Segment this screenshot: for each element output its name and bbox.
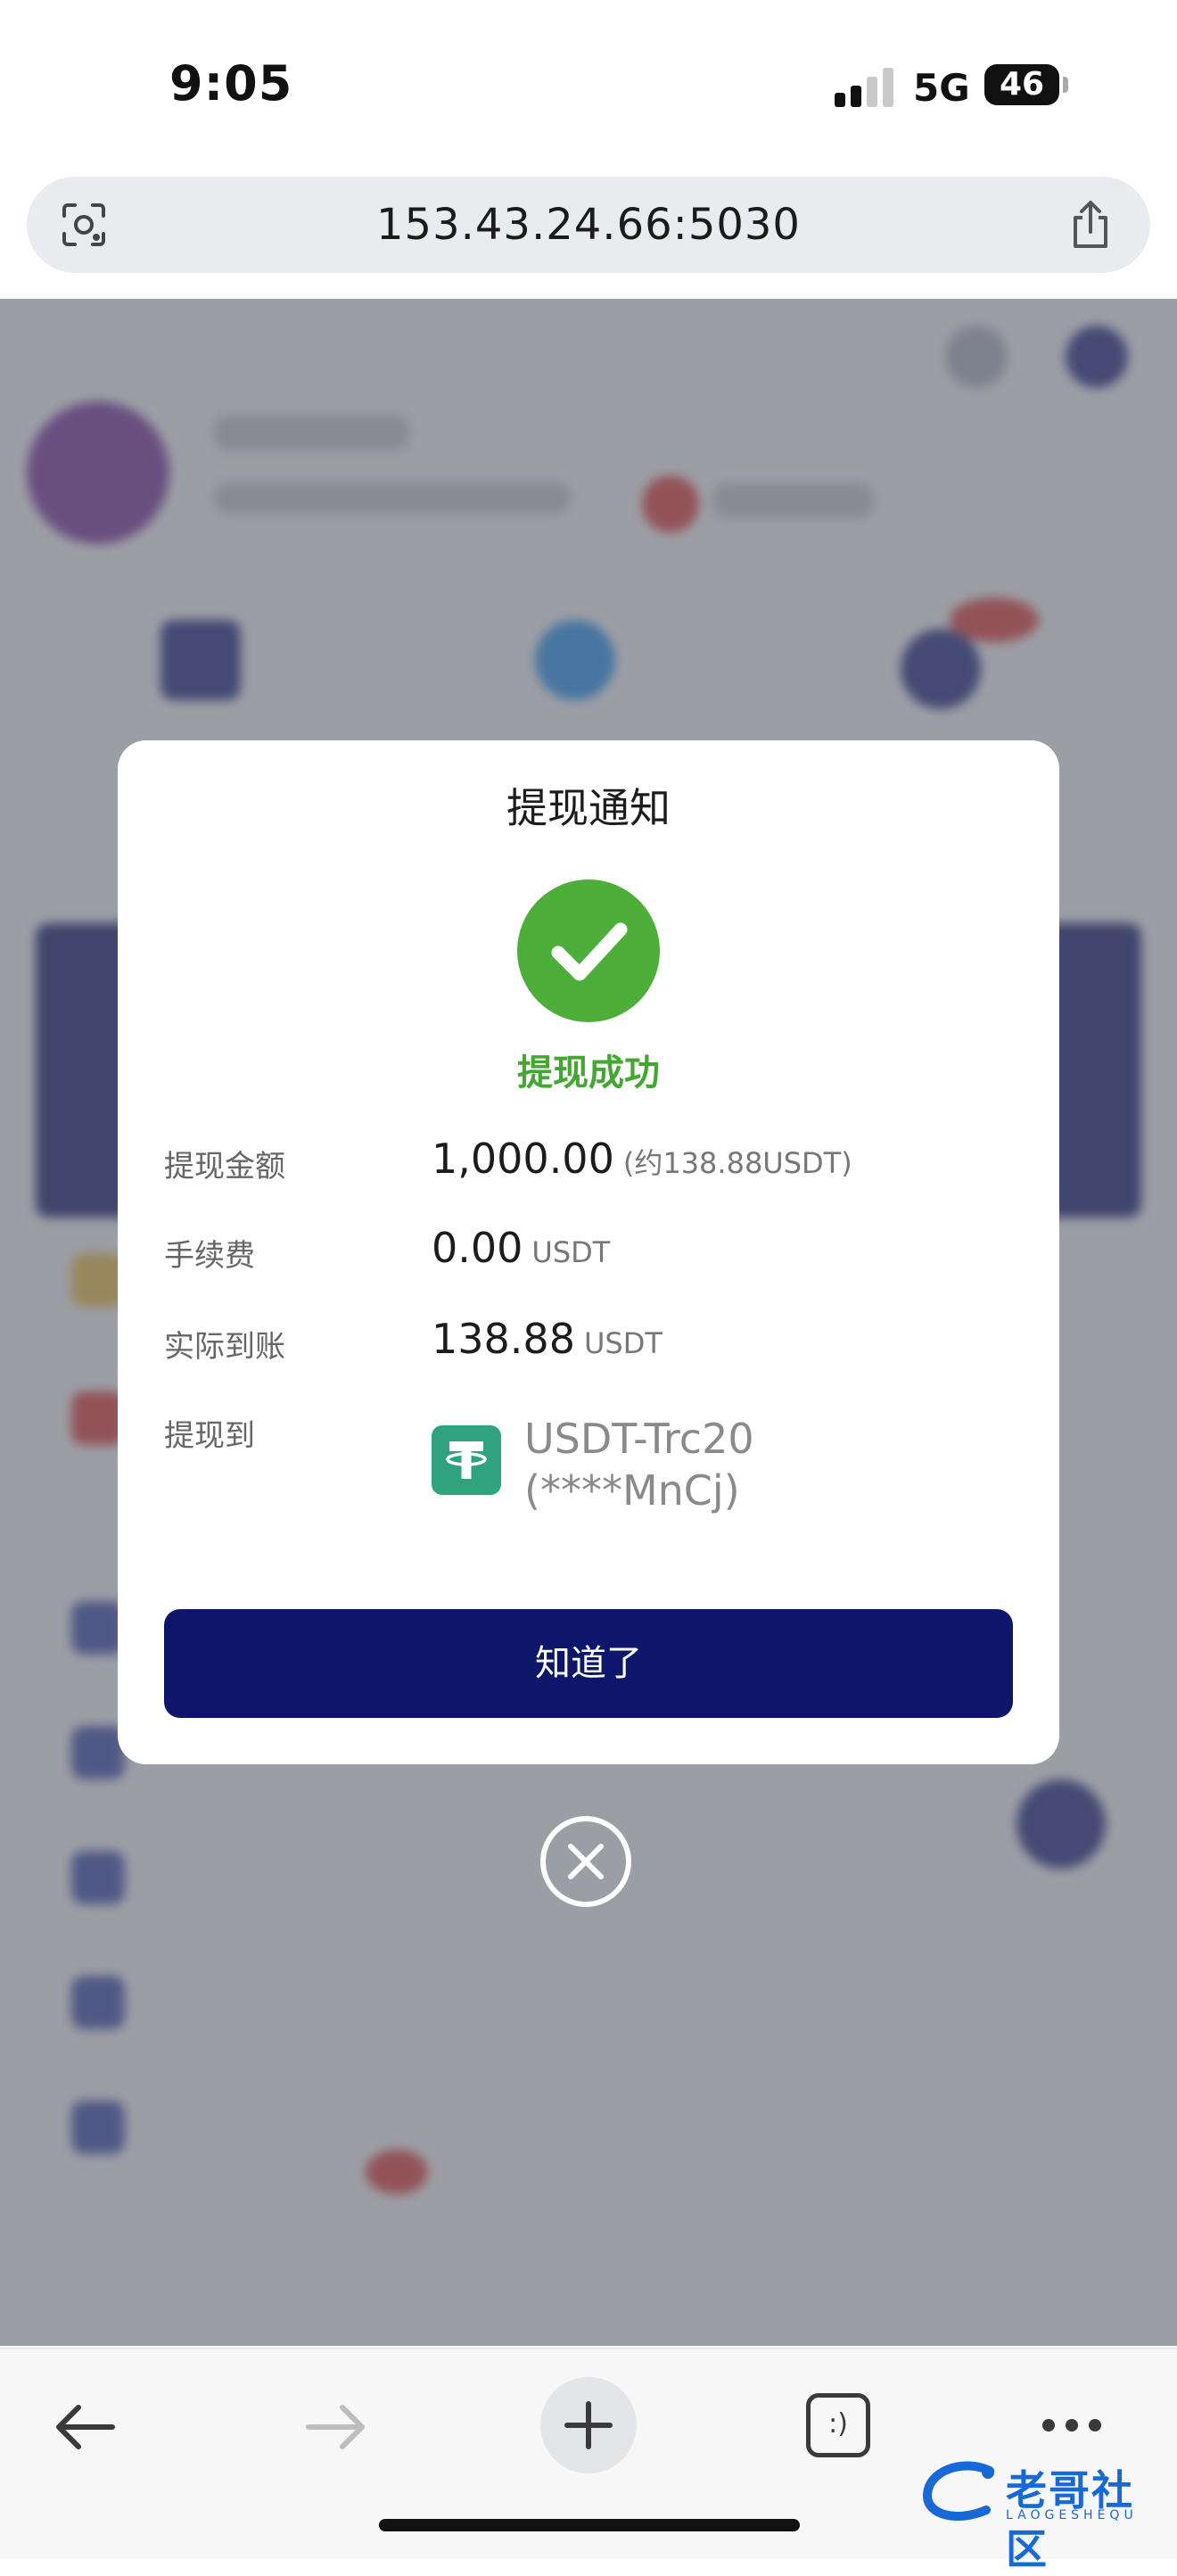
battery-icon: 46 [984, 64, 1059, 105]
amount-approx: (约138.88USDT) [622, 1146, 852, 1180]
received-number: 138.88 [432, 1315, 575, 1363]
destination-label: 提现到 [164, 1418, 255, 1454]
withdraw-notice-dialog: 提现通知 提现成功 提现金额 1,000.00 (约138.88USDT) 手续费… [118, 740, 1059, 1764]
received-value: 138.88 USDT [432, 1315, 663, 1363]
success-check-badge [517, 879, 660, 1022]
network-type: 5G [913, 66, 970, 110]
tabs-icon[interactable]: :) [806, 2393, 870, 2457]
wallet-network: USDT-Trc20 [524, 1415, 754, 1463]
tether-icon [432, 1425, 501, 1495]
check-icon [551, 922, 628, 981]
amount-number: 1,000.00 [432, 1135, 614, 1183]
success-status: 提现成功 [517, 1053, 660, 1094]
destination-wallet: USDT-Trc20 (****MnCj) [524, 1413, 754, 1516]
wallet-address: (****MnCj) [524, 1466, 740, 1515]
battery-tip [1063, 77, 1068, 93]
status-bar: 9:05 5G 46 [0, 0, 1177, 169]
home-indicator[interactable] [379, 2519, 800, 2531]
fee-number: 0.00 [432, 1224, 523, 1272]
watermark: 老哥社区 LAOGESHEQU [918, 2455, 1159, 2573]
url-text[interactable]: 153.43.24.66:5030 [27, 200, 1150, 250]
amount-value: 1,000.00 (约138.88USDT) [432, 1135, 852, 1183]
plus-icon[interactable] [540, 2377, 637, 2473]
watermark-subtext: LAOGESHEQU [1006, 2508, 1138, 2522]
fee-value: 0.00 USDT [432, 1224, 610, 1272]
dialog-title: 提现通知 [506, 784, 671, 832]
address-bar[interactable]: 153.43.24.66:5030 [27, 177, 1150, 273]
confirm-button[interactable]: 知道了 [164, 1609, 1013, 1718]
dragon-logo-icon [922, 2461, 994, 2521]
signal-icon [835, 66, 897, 107]
fee-unit: USDT [531, 1235, 611, 1269]
received-unit: USDT [583, 1326, 663, 1360]
received-label: 实际到账 [164, 1329, 285, 1365]
amount-label: 提现金额 [164, 1149, 285, 1185]
back-arrow-icon[interactable] [52, 2400, 118, 2454]
more-icon[interactable] [1040, 2416, 1104, 2434]
forward-arrow-icon[interactable] [303, 2400, 369, 2454]
close-circle-icon[interactable] [539, 1814, 633, 1909]
status-time: 9:05 [169, 55, 293, 111]
fee-label: 手续费 [164, 1238, 255, 1274]
share-icon[interactable] [1068, 198, 1113, 252]
